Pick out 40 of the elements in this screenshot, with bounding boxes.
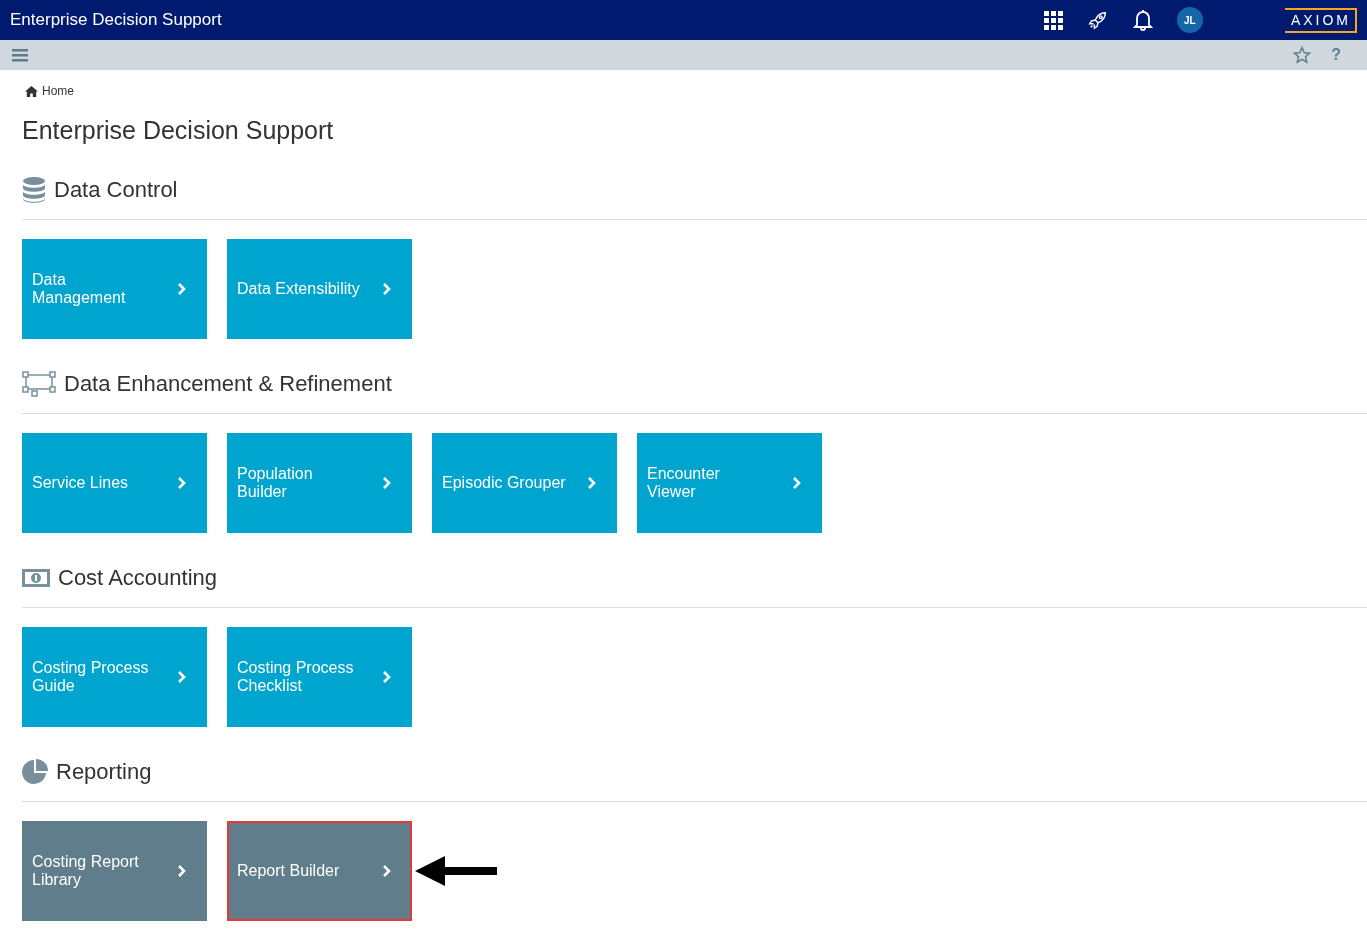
banknote-icon [22,569,50,587]
menu-icon[interactable] [12,48,28,62]
section-heading: Cost Accounting [58,565,217,591]
chevron-right-icon [382,670,392,684]
chevron-right-icon [382,476,392,490]
module-tile[interactable]: Costing Process Guide [22,627,207,727]
page-title: Enterprise Decision Support [22,116,335,145]
chevron-right-icon [587,476,597,490]
module-tile[interactable]: Report Builder [227,821,412,921]
breadcrumb-link[interactable]: Home [42,84,74,98]
selection-frame-icon [22,371,56,397]
chevron-right-icon [177,670,187,684]
database-icon [22,177,46,203]
module-tile[interactable]: Encounter Viewer [637,433,822,533]
chevron-right-icon [177,864,187,878]
user-avatar[interactable]: JL [1176,7,1203,33]
section-heading: Data Enhancement & Refinement [64,371,392,397]
chevron-right-icon [177,282,187,296]
section-heading: Reporting [56,759,152,785]
chevron-right-icon [792,476,802,490]
chevron-right-icon [382,864,392,878]
module-tile[interactable]: Costing Report Library [22,821,207,921]
module-tile[interactable]: Episodic Grouper [432,433,617,533]
module-tile[interactable]: Service Lines [22,433,207,533]
pie-chart-icon [22,759,48,785]
chevron-right-icon [177,476,187,490]
bell-icon[interactable] [1132,9,1153,31]
star-icon[interactable] [1293,46,1312,64]
logo: AXIOM [1284,7,1357,33]
app-grid-icon[interactable] [1042,10,1063,30]
module-tile[interactable]: Data Extensibility [227,239,412,339]
app-title: Enterprise Decision Support [10,10,222,30]
help-button[interactable]: ? [1331,46,1341,64]
module-tile[interactable]: Population Builder [227,433,412,533]
rocket-icon[interactable] [1086,9,1109,31]
section-heading: Data Control [54,177,178,203]
module-tile[interactable]: Costing Process Checklist [227,627,412,727]
home-icon [25,85,38,97]
module-tile[interactable]: Data Management [22,239,207,339]
chevron-right-icon [382,282,392,296]
